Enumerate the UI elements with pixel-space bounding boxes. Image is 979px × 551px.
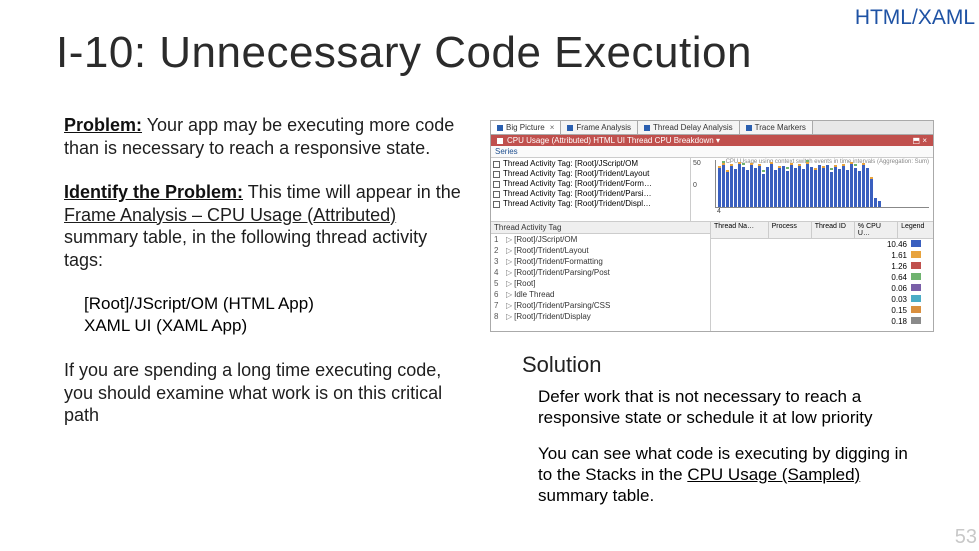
graph-title-bar: CPU Usage (Attributed) HTML UI Thread CP… — [491, 135, 933, 146]
thread-row[interactable]: Thread Activity Tag: [Root]/JScript/OM — [491, 159, 690, 169]
value-row: 0.18 — [711, 316, 933, 327]
table-right-header: Thread Na… Process Thread ID % CPU U… Le… — [711, 222, 933, 239]
tab-trace-markers[interactable]: Trace Markers — [740, 121, 813, 134]
graph-icon — [497, 138, 503, 144]
thread-row[interactable]: Thread Activity Tag: [Root]/Trident/Disp… — [491, 199, 690, 209]
thread-row[interactable]: Thread Activity Tag: [Root]/Trident/Layo… — [491, 169, 690, 179]
lower-pane: Thread Activity Tag 1▷[Root]/JScript/OM … — [491, 222, 933, 332]
expand-icon[interactable]: ▷ — [506, 278, 512, 289]
tab-icon — [746, 125, 752, 131]
solution-heading: Solution — [522, 352, 922, 378]
slide-title: I-10: Unnecessary Code Execution — [56, 28, 752, 78]
solution-p2: You can see what code is executing by di… — [538, 443, 922, 507]
value-row: 0.64 — [711, 272, 933, 283]
table-row[interactable]: 4▷[Root]/Trident/Parsing/Post — [491, 267, 710, 278]
table-right: Thread Na… Process Thread ID % CPU U… Le… — [711, 222, 933, 332]
tab-frame-analysis[interactable]: Frame Analysis — [561, 121, 638, 134]
solution-p1: Defer work that is not necessary to reac… — [538, 386, 922, 429]
value-row: 0.03 — [711, 294, 933, 305]
value-row: 1.26 — [711, 261, 933, 272]
expand-icon[interactable]: ▷ — [506, 256, 512, 267]
expand-icon[interactable]: ▷ — [506, 311, 512, 322]
table-row[interactable]: 1▷[Root]/JScript/OM — [491, 234, 710, 245]
identify-body1: This time will appear in the — [243, 182, 461, 202]
table-row[interactable]: 8▷[Root]/Trident/Display — [491, 311, 710, 322]
solution-column: Solution Defer work that is not necessar… — [522, 352, 922, 520]
identify-paragraph: Identify the Problem: This time will app… — [64, 181, 468, 271]
problem-lead: Problem: — [64, 115, 142, 135]
thread-row[interactable]: Thread Activity Tag: [Root]/Trident/Pars… — [491, 189, 690, 199]
value-row: 0.15 — [711, 305, 933, 316]
problem-paragraph: Problem: Your app may be executing more … — [64, 114, 468, 159]
thread-list: Thread Activity Tag: [Root]/JScript/OM T… — [491, 158, 691, 221]
legend-swatch — [911, 273, 921, 280]
legend-swatch — [911, 295, 921, 302]
legend-swatch — [911, 251, 921, 258]
tag-line-1: [Root]/JScript/OM (HTML App) — [84, 293, 468, 315]
y-axis: 50 0 — [693, 160, 701, 204]
value-row: 0.06 — [711, 283, 933, 294]
legend-swatch — [911, 306, 921, 313]
thread-tags-block: [Root]/JScript/OM (HTML App) XAML UI (XA… — [84, 293, 468, 337]
legend-swatch — [911, 262, 921, 269]
tab-thread-delay[interactable]: Thread Delay Analysis — [638, 121, 740, 134]
analyzer-screenshot: Big Picture× Frame Analysis Thread Delay… — [490, 120, 934, 332]
expand-icon[interactable]: ▷ — [506, 234, 512, 245]
legend-swatch — [911, 240, 921, 247]
chart-area: CPU Usage using context switch events in… — [691, 158, 933, 221]
table-row[interactable]: 5▷[Root] — [491, 278, 710, 289]
series-header: Series — [491, 146, 933, 158]
expand-icon[interactable]: ▷ — [506, 300, 512, 311]
table-row[interactable]: 6▷Idle Thread — [491, 289, 710, 300]
table-left-header: Thread Activity Tag — [491, 222, 710, 234]
expand-icon[interactable]: ▷ — [506, 245, 512, 256]
close-icon[interactable]: × — [550, 123, 555, 132]
table-row[interactable]: 7▷[Root]/Trident/Parsing/CSS — [491, 300, 710, 311]
tab-icon — [567, 125, 573, 131]
x-axis: 4 — [715, 208, 929, 215]
legend-swatch — [911, 284, 921, 291]
tab-strip: Big Picture× Frame Analysis Thread Delay… — [491, 121, 933, 135]
tab-big-picture[interactable]: Big Picture× — [491, 121, 561, 134]
value-rows: 10.46 1.61 1.26 0.64 0.06 0.03 0.15 0.18 — [711, 239, 933, 332]
value-row: 1.61 — [711, 250, 933, 261]
legend-swatch — [911, 317, 921, 324]
window-controls[interactable]: ⬒ × — [913, 136, 927, 145]
expand-icon[interactable]: ▷ — [506, 267, 512, 278]
table-row[interactable]: 2▷[Root]/Trident/Layout — [491, 245, 710, 256]
identify-lead: Identify the Problem: — [64, 182, 243, 202]
table-row[interactable]: 3▷[Root]/Trident/Formatting — [491, 256, 710, 267]
identify-body2: summary table, in the following thread a… — [64, 227, 427, 270]
tab-icon — [644, 125, 650, 131]
thread-row[interactable]: Thread Activity Tag: [Root]/Trident/Form… — [491, 179, 690, 189]
table-left: Thread Activity Tag 1▷[Root]/JScript/OM … — [491, 222, 711, 332]
frame-analysis-link: Frame Analysis – CPU Usage (Attributed) — [64, 205, 396, 225]
spend-paragraph: If you are spending a long time executin… — [64, 359, 468, 427]
left-column: Problem: Your app may be executing more … — [64, 114, 468, 427]
expand-icon[interactable]: ▷ — [506, 289, 512, 300]
tab-icon — [497, 125, 503, 131]
cpu-sampled-link: CPU Usage (Sampled) — [687, 465, 860, 484]
corner-tag: HTML/XAML — [855, 6, 975, 30]
upper-pane: Thread Activity Tag: [Root]/JScript/OM T… — [491, 158, 933, 222]
value-row: 10.46 — [711, 239, 933, 250]
tag-line-2: XAML UI (XAML App) — [84, 315, 468, 337]
bars — [715, 160, 929, 208]
page-number: 53 — [955, 526, 977, 549]
graph-title: CPU Usage (Attributed) HTML UI Thread CP… — [507, 136, 720, 145]
